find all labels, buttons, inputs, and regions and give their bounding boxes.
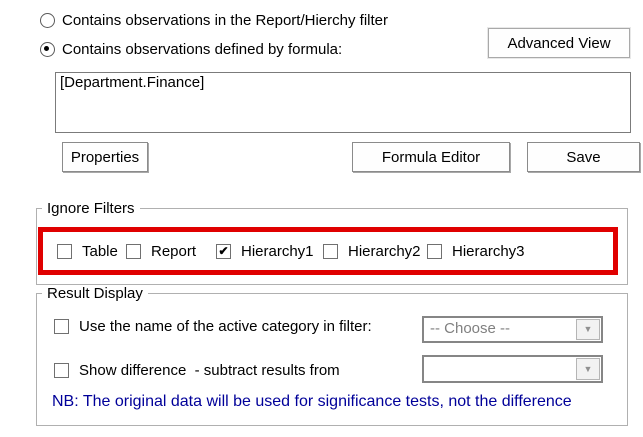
difference-dropdown[interactable]: ▼	[422, 355, 603, 383]
chevron-down-icon: ▼	[583, 324, 593, 334]
checkbox-box	[323, 243, 338, 259]
category-dropdown-value: -- Choose --	[430, 320, 511, 337]
difference-dropdown-button[interactable]: ▼	[576, 358, 600, 380]
ignore-filters-group-label: Ignore Filters	[42, 200, 140, 217]
checkbox-label: Report	[151, 242, 197, 260]
advanced-view-button[interactable]: Advanced View	[488, 28, 630, 58]
category-dropdown-button[interactable]: ▼	[576, 319, 600, 340]
filter-definition-panel: Contains observations in the Report/Hier…	[0, 0, 643, 437]
checkbox-use-active-category[interactable]: Use the name of the active category in f…	[54, 317, 372, 335]
chevron-down-icon: ▼	[583, 363, 593, 374]
checkbox-label: Show difference - subtract results from	[79, 361, 340, 379]
checkbox-report[interactable]: Report	[126, 242, 197, 260]
category-dropdown[interactable]: -- Choose -- ▼	[422, 316, 603, 343]
checkbox-box-checked: ✔	[216, 243, 231, 259]
checkbox-hierarchy3[interactable]: Hierarchy3	[427, 242, 525, 260]
save-button[interactable]: Save	[527, 142, 640, 172]
radio-selected-icon	[40, 41, 55, 57]
checkbox-hierarchy2[interactable]: Hierarchy2	[323, 242, 421, 260]
formula-editor-button[interactable]: Formula Editor	[352, 142, 510, 172]
radio-label: Contains observations in the Report/Hier…	[62, 11, 388, 29]
checkbox-label: Hierarchy1	[241, 242, 314, 260]
formula-textarea[interactable]: [Department.Finance]	[55, 72, 631, 133]
result-display-group-label: Result Display	[42, 285, 148, 302]
radio-label: Contains observations defined by formula…	[62, 40, 343, 58]
radio-defined-by-formula[interactable]: Contains observations defined by formula…	[40, 40, 343, 58]
checkbox-box	[427, 243, 442, 259]
nb-note: NB: The original data will be used for s…	[52, 393, 572, 410]
checkbox-box	[126, 243, 141, 259]
checkbox-box	[54, 362, 69, 378]
checkbox-box	[54, 318, 69, 334]
radio-unselected-icon	[40, 12, 55, 28]
checkbox-box	[57, 243, 72, 259]
checkbox-label: Hierarchy3	[452, 242, 525, 260]
checkbox-show-difference[interactable]: Show difference - subtract results from	[54, 361, 340, 379]
checkbox-label: Table	[82, 242, 118, 260]
checkbox-label: Use the name of the active category in f…	[79, 317, 372, 335]
checkbox-table[interactable]: Table	[57, 242, 118, 260]
radio-report-hierarchy-filter[interactable]: Contains observations in the Report/Hier…	[40, 11, 388, 29]
checkbox-hierarchy1[interactable]: ✔ Hierarchy1	[216, 242, 314, 260]
properties-button[interactable]: Properties	[62, 142, 148, 172]
checkbox-label: Hierarchy2	[348, 242, 421, 260]
